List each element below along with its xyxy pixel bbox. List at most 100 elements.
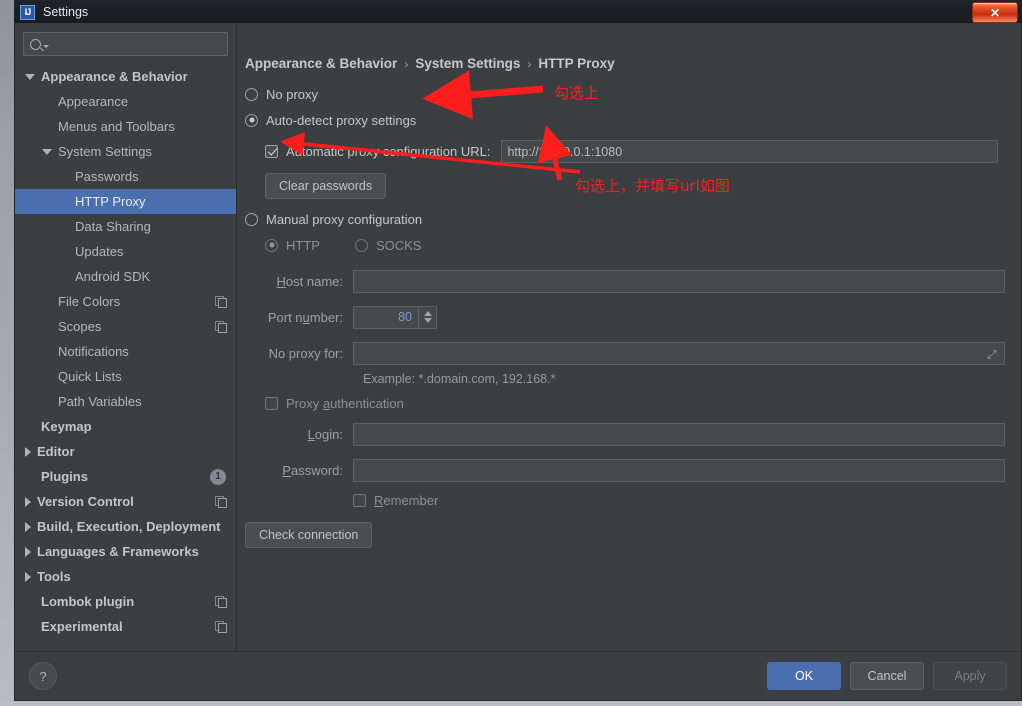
chevron-up-icon[interactable] (423, 311, 432, 316)
auto-config-url-label: Automatic proxy configuration URL: (286, 144, 491, 159)
copy-icon (215, 296, 227, 308)
sidebar-item-version-control[interactable]: Version Control (15, 489, 236, 514)
sidebar-item-label: Passwords (75, 169, 139, 184)
chevron-right-icon[interactable] (25, 521, 31, 532)
chevron-right-icon[interactable] (25, 571, 31, 582)
dialog-button-group: OK Cancel Apply (767, 662, 1007, 690)
chevron-down-icon[interactable] (25, 73, 35, 80)
login-input[interactable] (353, 422, 1005, 446)
sidebar-item-label: Build, Execution, Deployment (37, 519, 221, 534)
checkbox-remember[interactable] (353, 493, 366, 507)
sidebar-item-label: System Settings (58, 144, 152, 159)
desktop-left-edge (0, 0, 14, 706)
sidebar-item-quick-lists[interactable]: Quick Lists (15, 364, 236, 389)
radio-manual-proxy[interactable]: Manual proxy configuration (245, 208, 1007, 230)
radio-no-proxy[interactable]: No proxy (245, 83, 1007, 105)
port-number-input[interactable]: 80 (353, 305, 418, 329)
radio-auto-detect-label: Auto-detect proxy settings (266, 112, 417, 128)
password-input[interactable] (353, 458, 1005, 482)
sidebar-item-file-colors[interactable]: File Colors (15, 289, 236, 314)
no-proxy-for-input[interactable] (353, 341, 1005, 365)
copy-icon-glyph (215, 496, 227, 508)
search-input[interactable] (23, 32, 228, 56)
expand-icon[interactable] (987, 348, 998, 359)
sidebar-item-appearance-behavior[interactable]: Appearance & Behavior (15, 64, 236, 89)
sidebar-item-menus-and-toolbars[interactable]: Menus and Toolbars (15, 114, 236, 139)
sidebar-item-updates[interactable]: Updates (15, 239, 236, 264)
sidebar-item-notifications[interactable]: Notifications (15, 339, 236, 364)
checkbox-proxy-authentication-row[interactable]: Proxy authentication (265, 392, 1007, 414)
chevron-right-icon[interactable] (25, 546, 31, 557)
sidebar-item-passwords[interactable]: Passwords (15, 164, 236, 189)
radio-socks-label: SOCKS (375, 237, 422, 253)
radio-auto-detect-indicator[interactable] (245, 113, 258, 127)
chevron-down-icon[interactable] (423, 318, 432, 323)
radio-manual-proxy-label: Manual proxy configuration (266, 211, 423, 227)
copy-icon (215, 321, 227, 333)
breadcrumb-part-1[interactable]: Appearance & Behavior (245, 56, 397, 71)
dialog-body: Appearance & Behavior Appearance Menus and… (15, 23, 1021, 651)
sidebar-item-label: Scopes (58, 319, 102, 334)
port-number-label: Port number: (267, 309, 343, 325)
protocol-radio-group: HTTP SOCKS (265, 234, 1007, 256)
ok-button[interactable]: OK (767, 662, 841, 690)
sidebar-item-android-sdk[interactable]: Android SDK (15, 264, 236, 289)
auto-config-url-input[interactable]: http://127.0.0.1:1080 (501, 140, 999, 163)
sidebar-item-http-proxy[interactable]: HTTP Proxy (15, 189, 236, 214)
checkbox-auto-config-url[interactable] (265, 145, 278, 158)
clear-passwords-button[interactable]: Clear passwords (265, 173, 387, 199)
sidebar-item-label: Appearance & Behavior (41, 69, 188, 84)
sidebar-item-system-settings[interactable]: System Settings (15, 139, 236, 164)
login-label: Login: (307, 426, 343, 442)
port-number-stepper[interactable]: 80 (353, 305, 437, 329)
sidebar-item-label: File Colors (58, 294, 121, 309)
password-label: Password: (282, 462, 343, 478)
sidebar-item-keymap[interactable]: Keymap (15, 414, 236, 439)
sidebar-item-lombok-plugin[interactable]: Lombok plugin (15, 589, 236, 614)
sidebar-item-languages-frameworks[interactable]: Languages & Frameworks (15, 539, 236, 564)
proxy-settings-form: No proxy Auto-detect proxy settings Auto… (245, 83, 1007, 548)
screen-root: IJ Settings ✕ Appearance & Behavior Appea… (0, 0, 1022, 706)
port-number-spin-buttons[interactable] (418, 305, 437, 329)
sidebar-item-data-sharing[interactable]: Data Sharing (15, 214, 236, 239)
no-proxy-example-text: Example: *.domain.com, 192.168.* (363, 372, 556, 386)
radio-http-indicator[interactable] (265, 238, 278, 252)
sidebar-item-path-variables[interactable]: Path Variables (15, 389, 236, 414)
sidebar-item-plugins[interactable]: Plugins 1 (15, 464, 236, 489)
chevron-down-icon (43, 45, 49, 48)
help-icon[interactable]: ? (29, 662, 57, 690)
sidebar-item-label: Menus and Toolbars (58, 119, 175, 134)
close-icon[interactable]: ✕ (972, 2, 1018, 23)
breadcrumb-part-3: HTTP Proxy (538, 56, 615, 71)
dialog-footer: ? OK Cancel Apply (15, 651, 1021, 700)
chevron-down-icon[interactable] (42, 148, 52, 155)
breadcrumb-part-2[interactable]: System Settings (415, 56, 520, 71)
sidebar-item-experimental[interactable]: Experimental (15, 614, 236, 639)
host-name-input[interactable] (353, 269, 1005, 293)
radio-auto-detect-proxy[interactable]: Auto-detect proxy settings (245, 109, 1007, 131)
checkbox-proxy-authentication[interactable] (265, 396, 278, 410)
sidebar-item-label: Data Sharing (75, 219, 151, 234)
sidebar-item-scopes[interactable]: Scopes (15, 314, 236, 339)
chevron-right-icon[interactable] (25, 496, 31, 507)
radio-manual-proxy-indicator[interactable] (245, 212, 258, 226)
cancel-button[interactable]: Cancel (850, 662, 924, 690)
sidebar-item-editor[interactable]: Editor (15, 439, 236, 464)
radio-no-proxy-indicator[interactable] (245, 87, 258, 101)
sidebar-item-build-execution-deployment[interactable]: Build, Execution, Deployment (15, 514, 236, 539)
chevron-right-icon[interactable] (25, 446, 31, 457)
sidebar-item-tools[interactable]: Tools (15, 564, 236, 589)
radio-socks-indicator[interactable] (354, 238, 368, 252)
status-badge: 1 (210, 468, 226, 485)
sidebar-item-label: Version Control (37, 494, 134, 509)
checkbox-remember-row[interactable]: Remember (353, 489, 1007, 511)
check-connection-button[interactable]: Check connection (245, 522, 373, 548)
login-row: Login: (245, 421, 1007, 447)
plugins-count-badge: 1 (210, 468, 226, 485)
sidebar-item-appearance[interactable]: Appearance (15, 89, 236, 114)
radio-http-label: HTTP (286, 237, 320, 253)
